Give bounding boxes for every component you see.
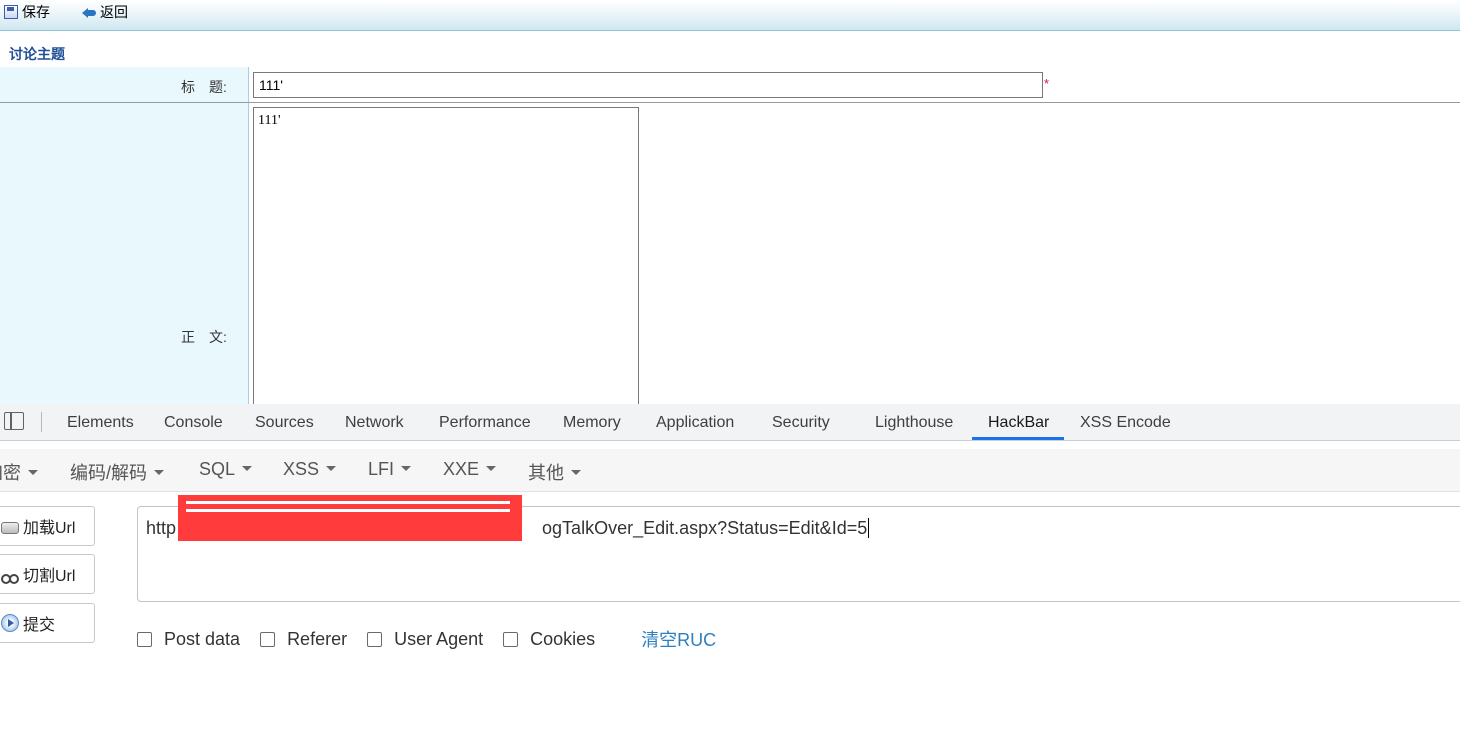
menu-xxe[interactable]: XXE (443, 459, 497, 480)
menu-encode-decode[interactable]: 编码/解码 (70, 459, 165, 485)
chevron-down-icon (242, 465, 253, 471)
user-agent-checkbox[interactable] (367, 631, 383, 647)
split-url-label: 切割Url (23, 568, 76, 585)
body-label: 正 文: (181, 329, 227, 345)
referer-option[interactable]: Referer (260, 629, 347, 650)
required-mark: * (1044, 76, 1050, 91)
body-textarea[interactable]: 111' (253, 107, 639, 407)
submit-button[interactable]: 提交 (0, 603, 95, 643)
tab-console[interactable]: Console (164, 414, 223, 432)
menu-lfi[interactable]: LFI (368, 459, 412, 480)
cookies-checkbox[interactable] (503, 631, 519, 647)
tab-memory[interactable]: Memory (563, 414, 621, 432)
devtools-tab-bar: Elements Console Sources Network Perform… (0, 404, 1460, 441)
form-row-divider (0, 102, 1460, 103)
tab-performance[interactable]: Performance (439, 414, 531, 432)
chevron-down-icon (154, 469, 165, 475)
load-icon (1, 522, 19, 534)
back-button[interactable]: 返回 (82, 2, 128, 22)
chevron-down-icon (401, 465, 412, 471)
save-button[interactable]: 保存 (4, 2, 50, 22)
post-data-checkbox[interactable] (137, 631, 152, 647)
menu-sql[interactable]: SQL (199, 459, 253, 480)
tab-sources[interactable]: Sources (255, 414, 314, 432)
load-url-button[interactable]: 加载Url (0, 506, 95, 546)
form-label-column (0, 67, 248, 404)
tab-xss-encode[interactable]: XSS Encode (1080, 414, 1171, 432)
tab-application[interactable]: Application (656, 414, 734, 432)
post-data-option[interactable]: Post data (137, 629, 240, 650)
user-agent-option[interactable]: User Agent (367, 629, 483, 650)
device-toggle-icon[interactable] (4, 412, 24, 430)
clear-ruc-link[interactable]: 清空RUC (641, 626, 716, 652)
tab-security[interactable]: Security (772, 414, 830, 432)
chevron-down-icon (571, 469, 581, 475)
hackbar-menu: 加密 编码/解码 SQL XSS LFI XXE 其他 (0, 449, 1460, 492)
save-icon (4, 5, 18, 19)
chevron-down-icon (28, 469, 38, 475)
active-tab-indicator (972, 437, 1064, 440)
scissors-icon (1, 565, 19, 584)
save-label: 保存 (22, 4, 50, 20)
section-title: 讨论主题 (9, 46, 65, 62)
chevron-down-icon (486, 465, 497, 471)
devtools-panel: Elements Console Sources Network Perform… (0, 404, 1460, 741)
title-input[interactable] (253, 72, 1043, 98)
back-label: 返回 (100, 4, 128, 20)
cookies-option[interactable]: Cookies (503, 629, 595, 650)
text-cursor (868, 518, 870, 538)
menu-xss[interactable]: XSS (283, 459, 337, 480)
url-suffix: ogTalkOver_Edit.aspx?Status=Edit&Id=5 (542, 518, 868, 538)
page-toolbar: 保存 返回 (0, 0, 1460, 31)
back-arrow-icon (82, 5, 96, 19)
chevron-down-icon (326, 465, 337, 471)
hackbar-options: Post data Referer User Agent Cookies 清空R… (137, 628, 716, 650)
title-label: 标 题: (181, 79, 227, 95)
url-prefix: http (146, 518, 177, 538)
load-url-label: 加载Url (23, 520, 76, 537)
play-icon (1, 614, 19, 632)
tab-elements[interactable]: Elements (67, 414, 134, 432)
submit-label: 提交 (23, 617, 56, 634)
tab-hackbar[interactable]: HackBar (988, 414, 1049, 432)
menu-other[interactable]: 其他 (528, 459, 581, 485)
redaction-box (178, 495, 522, 541)
tab-network[interactable]: Network (345, 414, 404, 432)
tab-lighthouse[interactable]: Lighthouse (875, 414, 953, 432)
form-divider (248, 67, 249, 404)
menu-encrypt[interactable]: 加密 (0, 459, 38, 485)
tab-separator (41, 412, 42, 432)
split-url-button[interactable]: 切割Url (0, 554, 95, 594)
referer-checkbox[interactable] (260, 631, 276, 647)
